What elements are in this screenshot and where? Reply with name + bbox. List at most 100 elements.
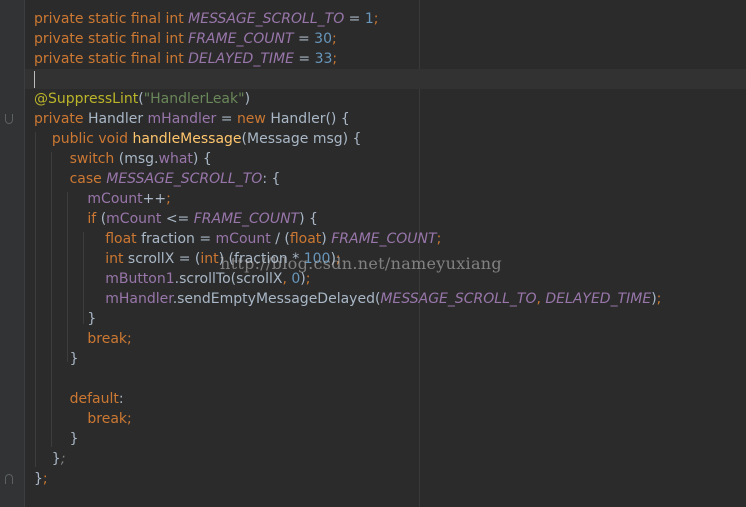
code-token: (msg. bbox=[118, 151, 159, 167]
code-token: new bbox=[236, 111, 271, 127]
code-token: private bbox=[34, 111, 88, 127]
code-token: ) { bbox=[299, 211, 318, 227]
code-token: mCount bbox=[87, 191, 143, 207]
code-token: ; bbox=[127, 331, 132, 347]
code-line[interactable]: }; bbox=[34, 449, 66, 469]
code-token: mButton1 bbox=[105, 271, 175, 287]
code-token: 33 bbox=[314, 51, 333, 67]
code-token: mCount bbox=[106, 211, 162, 227]
code-token: handleMessage bbox=[132, 131, 242, 147]
code-token: float bbox=[105, 231, 142, 247]
code-token: MESSAGE_SCROLL_TO bbox=[380, 291, 537, 307]
code-token: } bbox=[34, 451, 61, 467]
code-token: ; bbox=[373, 11, 379, 27]
code-token: .sendEmptyMessageDelayed( bbox=[172, 291, 381, 307]
code-token: 30 bbox=[314, 31, 332, 47]
code-token: 0 bbox=[291, 271, 301, 287]
code-token: what bbox=[158, 151, 193, 167]
code-token: public void bbox=[51, 131, 133, 147]
code-token: = bbox=[293, 31, 315, 47]
code-token: if bbox=[87, 211, 101, 227]
code-line[interactable]: case MESSAGE_SCROLL_TO: { bbox=[34, 169, 281, 189]
code-token: "HandlerLeak" bbox=[143, 91, 245, 107]
code-token: mHandler bbox=[105, 291, 173, 307]
code-line[interactable]: default: bbox=[34, 389, 124, 409]
code-token: = bbox=[216, 111, 237, 127]
code-token: ; bbox=[60, 451, 66, 467]
code-token: default bbox=[69, 391, 119, 407]
code-line[interactable]: private static final int DELAYED_TIME = … bbox=[34, 49, 337, 69]
code-token: ) bbox=[321, 231, 332, 247]
code-line[interactable]: break; bbox=[34, 329, 132, 349]
code-line[interactable]: } bbox=[34, 309, 96, 329]
code-token: = bbox=[344, 11, 365, 27]
code-line[interactable]: private static final int FRAME_COUNT = 3… bbox=[34, 29, 337, 49]
code-token: ; bbox=[656, 291, 662, 307]
code-token: scrollX = ( bbox=[127, 251, 201, 267]
code-token: = bbox=[293, 51, 315, 67]
code-token: ) { bbox=[192, 151, 212, 167]
code-token: ; bbox=[305, 271, 311, 287]
code-token: Handler() { bbox=[270, 111, 350, 127]
code-token: 1 bbox=[364, 11, 374, 27]
code-line[interactable]: break; bbox=[34, 409, 132, 429]
code-token: int bbox=[105, 251, 128, 267]
code-token: fraction = bbox=[141, 231, 216, 247]
watermark-text: http://blog.csdn.net/nameyuxiang bbox=[220, 254, 502, 273]
fold-open-icon[interactable] bbox=[5, 114, 13, 124]
code-line[interactable]: @SuppressLint("HandlerLeak") bbox=[34, 89, 250, 109]
code-token: MESSAGE_SCROLL_TO bbox=[106, 171, 263, 187]
code-token: break bbox=[87, 411, 128, 427]
code-line[interactable]: private Handler mHandler = new Handler()… bbox=[34, 109, 350, 129]
code-token: FRAME_COUNT bbox=[331, 231, 437, 247]
code-token: } bbox=[34, 311, 97, 327]
code-line[interactable]: float fraction = mCount / (float) FRAME_… bbox=[34, 229, 441, 249]
code-token: mCount bbox=[215, 231, 271, 247]
code-token: } bbox=[34, 431, 79, 447]
editor-gutter[interactable] bbox=[0, 0, 24, 507]
code-token: MESSAGE_SCROLL_TO bbox=[188, 11, 345, 27]
code-token: (Message msg) { bbox=[241, 131, 362, 147]
code-token: @SuppressLint bbox=[34, 91, 139, 107]
fold-close-icon[interactable] bbox=[5, 474, 13, 484]
code-token: FRAME_COUNT bbox=[193, 211, 300, 227]
code-token: break bbox=[87, 331, 128, 347]
code-token: / ( bbox=[270, 231, 290, 247]
code-line[interactable]: } bbox=[34, 429, 79, 449]
code-token: private static final int bbox=[34, 51, 189, 67]
code-token: } bbox=[34, 471, 43, 487]
code-token: ; bbox=[42, 471, 48, 487]
code-token: switch bbox=[69, 151, 119, 167]
code-token: ; bbox=[127, 411, 132, 427]
code-line[interactable]: mHandler.sendEmptyMessageDelayed(MESSAGE… bbox=[34, 289, 661, 309]
code-token: : bbox=[118, 391, 124, 407]
code-line[interactable]: private static final int MESSAGE_SCROLL_… bbox=[34, 9, 379, 29]
code-token: .scrollTo(scrollX bbox=[174, 271, 283, 287]
code-token: case bbox=[69, 171, 107, 187]
code-line[interactable]: switch (msg.what) { bbox=[34, 149, 212, 169]
code-line[interactable]: }; bbox=[34, 469, 48, 489]
code-line[interactable]: } bbox=[34, 349, 79, 369]
code-token: Handler bbox=[87, 111, 148, 127]
code-line[interactable]: public void handleMessage(Message msg) { bbox=[34, 129, 362, 149]
code-token: : { bbox=[262, 171, 281, 187]
code-token: ; bbox=[436, 231, 442, 247]
current-line-highlight bbox=[25, 69, 746, 89]
code-line[interactable]: mCount++; bbox=[34, 189, 170, 209]
code-token: ) bbox=[244, 91, 251, 107]
code-token: int bbox=[200, 251, 219, 267]
code-line[interactable]: if (mCount <= FRAME_COUNT) { bbox=[34, 209, 318, 229]
code-token: ; bbox=[332, 51, 338, 67]
code-token: ; bbox=[331, 31, 337, 47]
